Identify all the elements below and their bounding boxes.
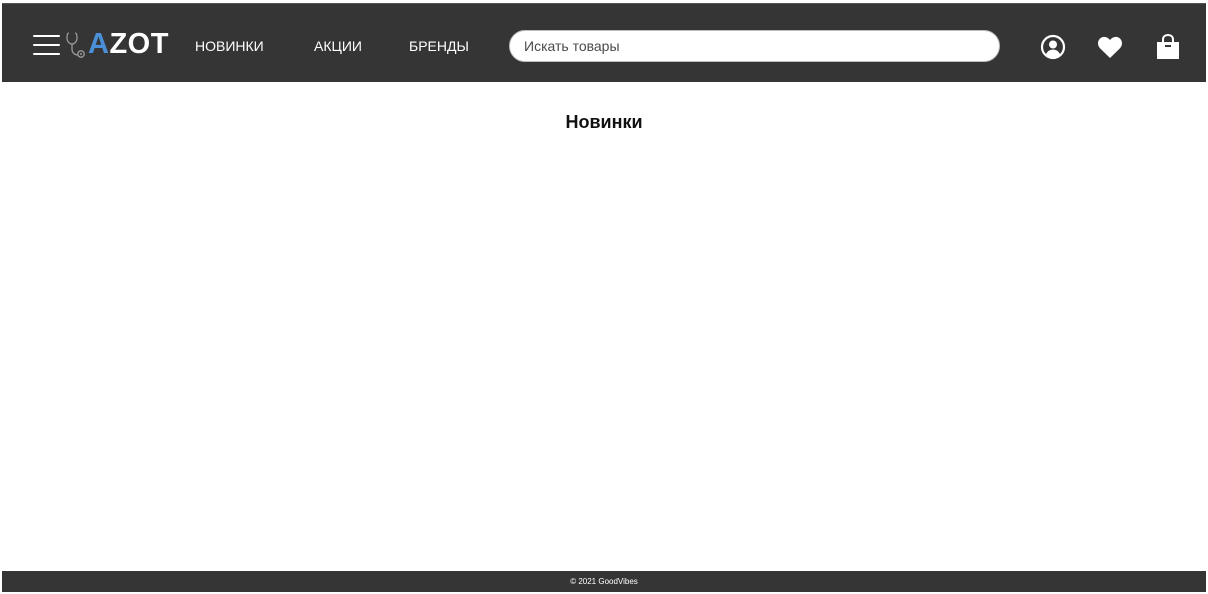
stethoscope-icon [66, 32, 85, 58]
page-title: Новинки [565, 112, 643, 132]
nav-link-brands[interactable]: БРЕНДЫ [409, 37, 469, 55]
heart-icon[interactable] [1096, 33, 1124, 61]
logo-text: AZOT [88, 28, 169, 60]
nav-link-new[interactable]: НОВИНКИ [195, 37, 264, 55]
nav-link-sales[interactable]: АКЦИИ [314, 37, 362, 55]
search-input[interactable] [509, 30, 1000, 62]
logo[interactable]: AZOT [64, 26, 169, 62]
site-footer: © 2021 GoodVibes [2, 571, 1206, 592]
site-header: AZOT НОВИНКИ АКЦИИ БРЕНДЫ [2, 3, 1206, 82]
user-icon[interactable] [1039, 33, 1067, 61]
copyright-text: © 2021 GoodVibes [570, 577, 638, 586]
menu-icon[interactable] [33, 33, 62, 58]
shopping-bag-icon[interactable] [1154, 33, 1182, 61]
